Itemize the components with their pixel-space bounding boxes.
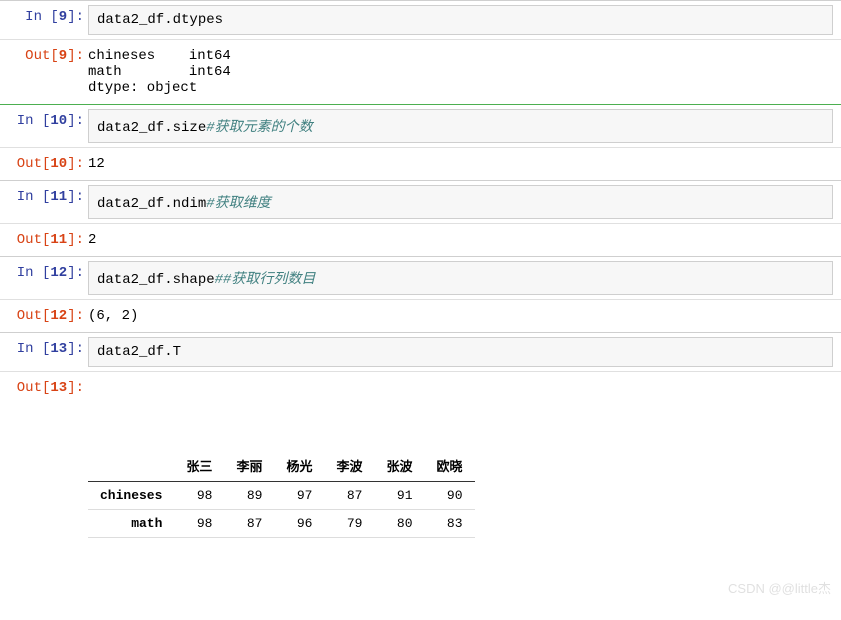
code-input[interactable]: data2_df.ndim#获取维度	[88, 185, 833, 219]
output-cell: Out[10]: 12	[0, 147, 841, 180]
code-text: data2_df.dtypes	[97, 12, 223, 28]
input-prompt: In [9]:	[0, 1, 88, 39]
dataframe-table: 张三 李丽 杨光 李波 张波 欧晓 chineses 98 89 97 87	[88, 450, 475, 538]
table-cell: 87	[324, 482, 374, 510]
table-cell: 83	[425, 510, 475, 538]
table-col-header: 张波	[374, 450, 424, 482]
table-row-header: chineses	[88, 482, 174, 510]
table-cell: 87	[224, 510, 274, 538]
table-col-header: 杨光	[274, 450, 324, 482]
code-text: data2_df.shape	[97, 272, 215, 288]
code-comment: #获取维度	[206, 196, 270, 212]
output-text: (6, 2)	[88, 300, 841, 332]
input-cell: In [10]: data2_df.size#获取元素的个数	[0, 104, 841, 147]
code-comment: ##获取行列数目	[215, 272, 316, 288]
table-col-header: 欧晓	[425, 450, 475, 482]
input-prompt: In [11]:	[0, 181, 88, 223]
input-cell: In [12]: data2_df.shape##获取行列数目	[0, 256, 841, 299]
table-cell: 96	[274, 510, 324, 538]
table-col-header: 李波	[324, 450, 374, 482]
code-text: data2_df.T	[97, 344, 181, 360]
input-cell: In [9]: data2_df.dtypes	[0, 0, 841, 39]
output-cell: Out[13]: 张三 李丽 杨光 李波 张波 欧晓 c	[0, 371, 841, 620]
input-prompt: In [12]:	[0, 257, 88, 299]
watermark-text: CSDN @@little杰	[728, 578, 831, 597]
output-prompt: Out[9]:	[0, 40, 88, 104]
input-prompt: In [10]:	[0, 105, 88, 147]
input-cell: In [11]: data2_df.ndim#获取维度	[0, 180, 841, 223]
table-cell: 89	[224, 482, 274, 510]
code-input[interactable]: data2_df.dtypes	[88, 5, 833, 35]
code-input[interactable]: data2_df.shape##获取行列数目	[88, 261, 833, 295]
output-text: 2	[88, 224, 841, 256]
table-row-header: math	[88, 510, 174, 538]
output-text: 12	[88, 148, 841, 180]
table-cell: 98	[174, 482, 224, 510]
code-input[interactable]: data2_df.T	[88, 337, 833, 367]
output-cell: Out[9]: chineses int64 math int64 dtype:…	[0, 39, 841, 104]
table-header-row: 张三 李丽 杨光 李波 张波 欧晓	[88, 450, 475, 482]
table-row: chineses 98 89 97 87 91 90	[88, 482, 475, 510]
table-col-header: 李丽	[224, 450, 274, 482]
output-prompt: Out[13]:	[0, 372, 88, 620]
code-input[interactable]: data2_df.size#获取元素的个数	[88, 109, 833, 143]
input-cell: In [13]: data2_df.T	[0, 332, 841, 371]
output-cell: Out[11]: 2	[0, 223, 841, 256]
output-prompt: Out[12]:	[0, 300, 88, 332]
output-cell: Out[12]: (6, 2)	[0, 299, 841, 332]
input-prompt: In [13]:	[0, 333, 88, 371]
table-row: math 98 87 96 79 80 83	[88, 510, 475, 538]
table-cell: 97	[274, 482, 324, 510]
table-cell: 90	[425, 482, 475, 510]
output-prompt: Out[10]:	[0, 148, 88, 180]
code-text: data2_df.ndim	[97, 196, 206, 212]
table-cell: 80	[374, 510, 424, 538]
table-cell: 98	[174, 510, 224, 538]
table-cell: 79	[324, 510, 374, 538]
table-cell: 91	[374, 482, 424, 510]
output-prompt: Out[11]:	[0, 224, 88, 256]
output-text: chineses int64 math int64 dtype: object	[88, 40, 841, 104]
table-col-header: 张三	[174, 450, 224, 482]
code-text: data2_df.size	[97, 120, 206, 136]
code-comment: #获取元素的个数	[206, 120, 312, 136]
table-corner	[88, 450, 174, 482]
